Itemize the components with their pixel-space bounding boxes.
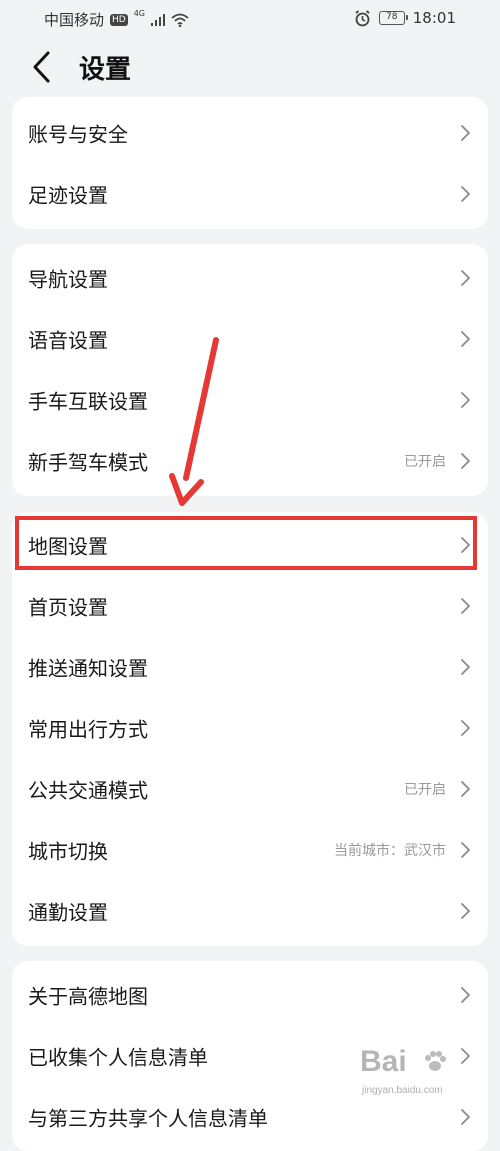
settings-row-city-switch[interactable]: 城市切换 当前城市：武汉市: [12, 819, 488, 880]
battery-level: 78: [386, 12, 398, 22]
row-label: 关于高德地图: [28, 984, 148, 1008]
settings-row-about[interactable]: 关于高德地图: [12, 964, 488, 1025]
chevron-right-icon: [461, 780, 470, 797]
status-left: 中国移动 HD 4G: [44, 9, 189, 30]
chevron-right-icon: [461, 452, 470, 469]
settings-row-footprint[interactable]: 足迹设置: [12, 163, 488, 224]
settings-row-map[interactable]: 地图设置: [12, 514, 488, 575]
row-label: 语音设置: [28, 328, 108, 352]
chevron-right-icon: [461, 330, 470, 347]
chevron-right-icon: [461, 986, 470, 1003]
settings-row-account-security[interactable]: 账号与安全: [12, 102, 488, 163]
settings-row-push-notifications[interactable]: 推送通知设置: [12, 636, 488, 697]
chevron-right-icon: [461, 597, 470, 614]
row-label: 通勤设置: [28, 900, 108, 924]
signal-icon: [151, 13, 166, 26]
alarm-icon: [355, 9, 370, 26]
settings-row-navigation[interactable]: 导航设置: [12, 247, 488, 308]
row-label: 地图设置: [28, 534, 108, 558]
settings-row-homepage[interactable]: 首页设置: [12, 575, 488, 636]
wifi-icon: [171, 13, 189, 27]
row-label: 导航设置: [28, 267, 108, 291]
settings-row-phone-car-link[interactable]: 手车互联设置: [12, 369, 488, 430]
row-value: 已开启: [404, 453, 446, 470]
watermark-logo: Bai: [360, 1045, 407, 1078]
carrier-name: 中国移动: [44, 11, 105, 29]
network-type: 4G: [133, 9, 146, 18]
row-label: 公共交通模式: [28, 778, 148, 802]
chevron-right-icon: [461, 841, 470, 858]
chevron-right-icon: [461, 185, 470, 202]
settings-group-account: 账号与安全 足迹设置: [12, 97, 488, 229]
settings-row-commute[interactable]: 通勤设置: [12, 880, 488, 941]
header: 设置: [0, 38, 500, 98]
chevron-right-icon: [461, 391, 470, 408]
chevron-right-icon: [461, 124, 470, 141]
back-button[interactable]: [28, 50, 58, 84]
row-label: 城市切换: [28, 839, 108, 863]
chevron-right-icon: [461, 902, 470, 919]
row-label: 足迹设置: [28, 183, 108, 207]
chevron-right-icon: [461, 1108, 470, 1125]
watermark: Bai jingyan.baidu.com: [356, 1045, 486, 1101]
settings-row-public-transit[interactable]: 公共交通模式 已开启: [12, 758, 488, 819]
row-label: 手车互联设置: [28, 389, 148, 413]
row-value: 已开启: [404, 781, 446, 798]
settings-row-novice-driving[interactable]: 新手驾车模式 已开启: [12, 430, 488, 491]
row-label: 常用出行方式: [28, 717, 148, 741]
settings-group-map: 地图设置 首页设置 推送通知设置 常用出行方式 公共交通模式 已开启 城市切换 …: [12, 512, 488, 946]
battery-icon: 78: [378, 11, 408, 25]
row-value: 当前城市：武汉市: [334, 842, 446, 859]
row-label: 已收集个人信息清单: [28, 1045, 208, 1069]
row-label: 推送通知设置: [28, 656, 148, 680]
chevron-right-icon: [461, 536, 470, 553]
status-bar: 中国移动 HD 4G 78 18:01: [0, 0, 500, 38]
row-label: 新手驾车模式: [28, 450, 148, 474]
watermark-url: jingyan.baidu.com: [362, 1085, 443, 1096]
chevron-right-icon: [461, 269, 470, 286]
row-label: 首页设置: [28, 595, 108, 619]
settings-row-travel-mode[interactable]: 常用出行方式: [12, 697, 488, 758]
clock: 18:01: [412, 9, 456, 27]
status-right: 78 18:01: [354, 9, 456, 27]
chevron-right-icon: [461, 719, 470, 736]
row-label: 账号与安全: [28, 122, 128, 146]
settings-row-voice[interactable]: 语音设置: [12, 308, 488, 369]
paw-icon: [425, 1051, 446, 1071]
chevron-right-icon: [461, 658, 470, 675]
hd-badge: HD: [110, 13, 128, 26]
row-label: 与第三方共享个人信息清单: [28, 1106, 268, 1130]
settings-group-navigation: 导航设置 语音设置 手车互联设置 新手驾车模式 已开启: [12, 244, 488, 496]
chevron-left-icon: [33, 51, 50, 83]
page-title: 设置: [79, 55, 132, 85]
